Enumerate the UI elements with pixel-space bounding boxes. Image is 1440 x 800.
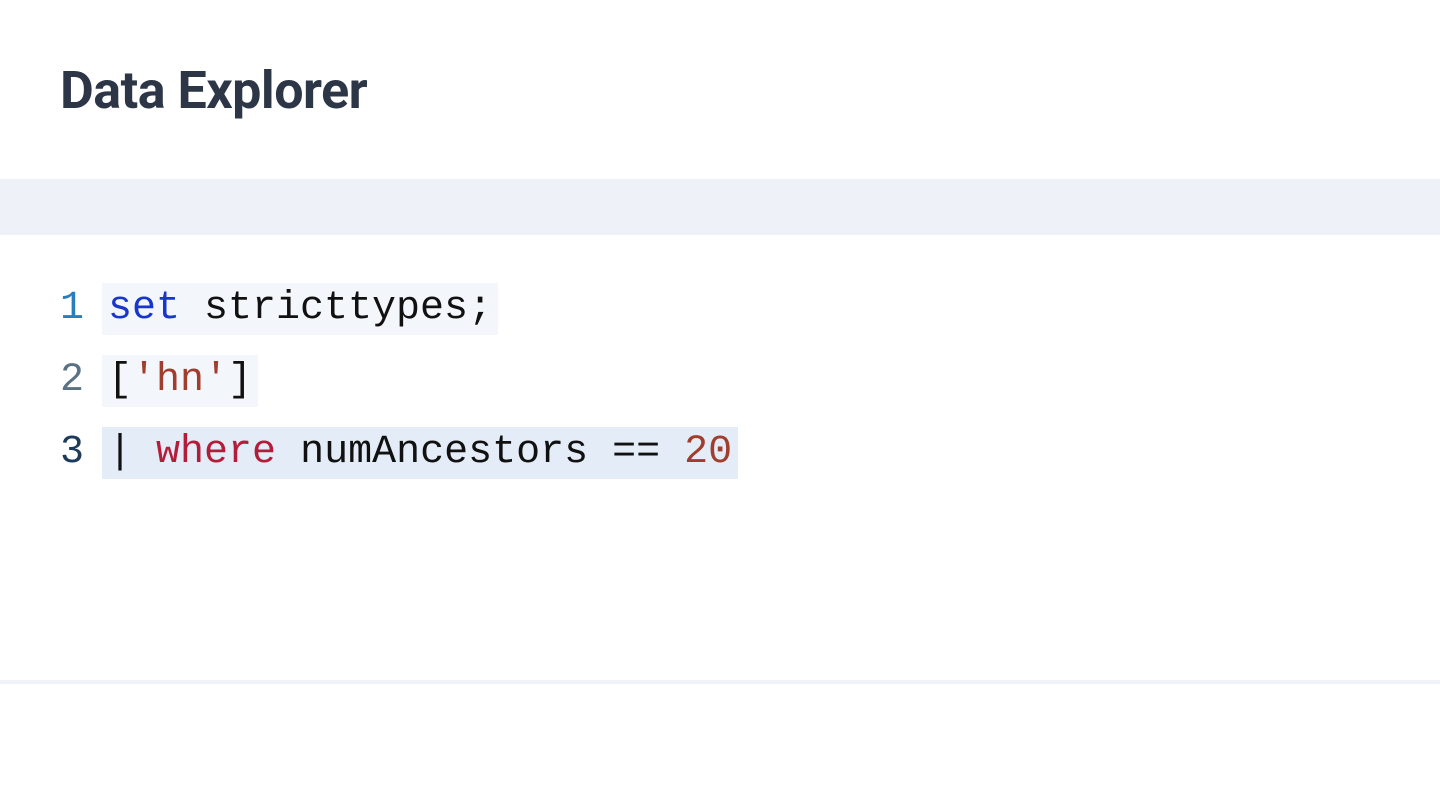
editor-line[interactable]: 3| where numAncestors == 20 xyxy=(56,427,1440,499)
token: numAncestors xyxy=(300,430,588,475)
line-number: 3 xyxy=(56,430,102,475)
token: 'hn' xyxy=(132,358,228,403)
editor-line[interactable]: 2['hn'] xyxy=(56,355,1440,427)
code-content[interactable]: ['hn'] xyxy=(102,355,258,407)
token: where xyxy=(156,430,276,475)
token: stricttypes; xyxy=(180,286,492,331)
page-title: Data Explorer xyxy=(0,0,1440,121)
token: [ xyxy=(108,358,132,403)
toolbar-band xyxy=(0,179,1440,235)
line-number: 2 xyxy=(56,358,102,403)
editor-line[interactable]: 1set stricttypes; xyxy=(56,283,1440,355)
token: ] xyxy=(228,358,252,403)
code-content[interactable]: set stricttypes; xyxy=(102,283,498,335)
token: set xyxy=(108,286,180,331)
token: == xyxy=(588,430,684,475)
token xyxy=(276,430,300,475)
token: 20 xyxy=(684,430,732,475)
code-content[interactable]: | where numAncestors == 20 xyxy=(102,427,738,479)
query-editor[interactable]: 1set stricttypes;2['hn']3| where numAnce… xyxy=(0,235,1440,499)
footer-divider xyxy=(0,680,1440,684)
line-number: 1 xyxy=(56,286,102,331)
token: | xyxy=(108,430,156,475)
